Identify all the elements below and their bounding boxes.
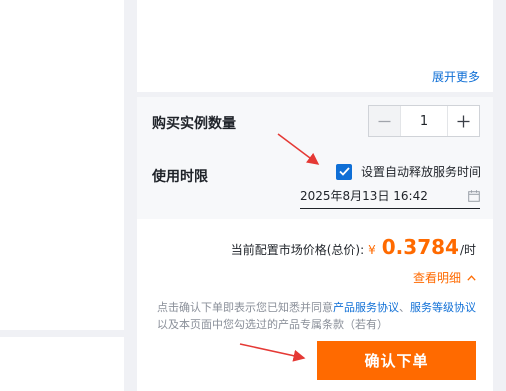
chevron-up-icon — [467, 274, 476, 281]
duration-label: 使用时限 — [152, 169, 208, 185]
price-row: 当前配置市场价格(总价): ¥ 0.3784 /时 — [231, 235, 476, 259]
plus-icon — [457, 115, 470, 127]
currency-symbol: ¥ — [368, 243, 376, 257]
release-datetime-picker[interactable]: 2025年8月13日 16:42 — [300, 183, 480, 209]
checkbox-check-icon — [338, 167, 350, 176]
release-datetime-value: 2025年8月13日 16:42 — [300, 189, 428, 203]
confirm-order-button[interactable]: 确认下单 — [317, 341, 476, 380]
quantity-stepper[interactable]: 1 — [368, 105, 480, 137]
minus-icon — [378, 120, 391, 122]
calendar-icon[interactable] — [468, 189, 480, 202]
view-details-label: 查看明细 — [412, 271, 461, 285]
price-label: 当前配置市场价格(总价): — [230, 243, 365, 257]
expand-more-link[interactable]: 展开更多 — [432, 68, 480, 85]
decrement-button[interactable] — [369, 106, 400, 136]
product-service-agreement-link[interactable]: 产品服务协议 — [333, 301, 399, 314]
left-panel — [0, 0, 124, 391]
service-level-agreement-link[interactable]: 服务等级协议 — [410, 301, 476, 314]
column-divider — [124, 0, 137, 391]
agreement-suffix: 以及本页面中您勾选过的产品专属条款（若有） — [157, 318, 388, 331]
order-summary-panel: 当前配置市场价格(总价): ¥ 0.3784 /时 查看明细 点击确认下单即表示… — [137, 219, 493, 391]
price-unit: /时 — [459, 243, 476, 257]
auto-release-option[interactable]: 设置自动释放服务时间 — [336, 163, 481, 180]
view-details-link[interactable]: 查看明细 — [413, 269, 476, 286]
price-amount: 0.3784 — [381, 235, 459, 259]
top-card: 展开更多 — [137, 0, 493, 92]
config-panel: 购买实例数量 1 使用时限 设置自动释放服务时间 2025年8月13日 16:4… — [137, 97, 493, 219]
agreement-separator: 、 — [399, 301, 410, 314]
left-card-bottom — [0, 337, 124, 391]
quantity-label: 购买实例数量 — [152, 116, 236, 132]
auto-release-checkbox[interactable] — [336, 163, 352, 180]
agreement-prefix: 点击确认下单即表示您已知悉并同意 — [157, 301, 333, 314]
agreement-text: 点击确认下单即表示您已知悉并同意产品服务协议、服务等级协议以及本页面中您勾选过的… — [157, 299, 477, 333]
left-card-top — [0, 0, 124, 330]
increment-button[interactable] — [448, 106, 479, 136]
quantity-input[interactable]: 1 — [400, 106, 448, 136]
auto-release-label: 设置自动释放服务时间 — [361, 165, 482, 179]
